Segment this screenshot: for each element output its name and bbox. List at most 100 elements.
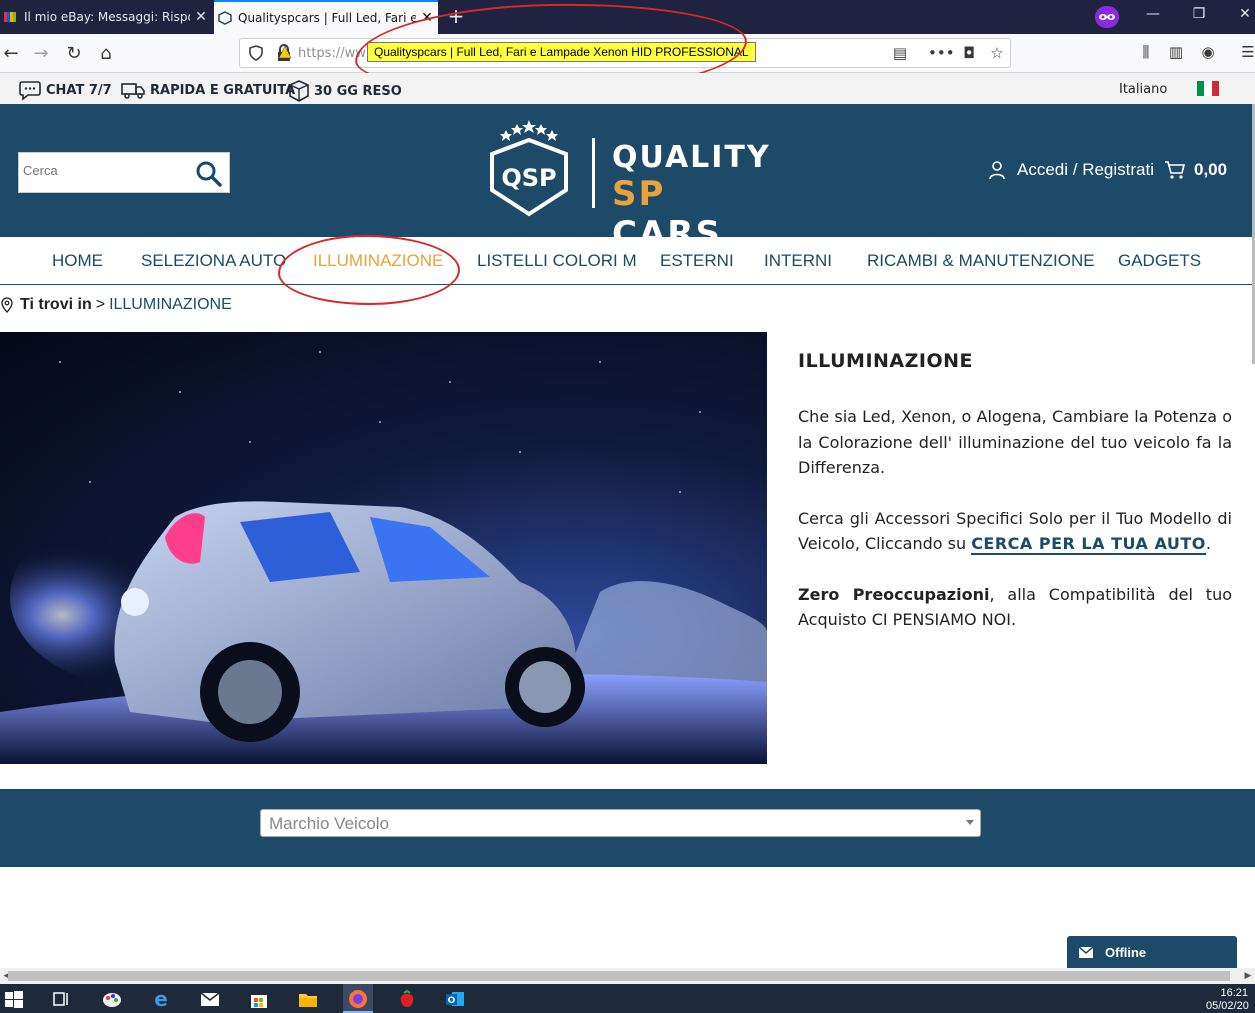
edge-browser-icon[interactable]: e	[150, 988, 172, 1010]
paint-app-icon[interactable]	[101, 988, 123, 1010]
tab-ebay[interactable]: Il mio eBay: Messaggi: Rispondi ✕	[0, 0, 212, 34]
info-shipping-label: RAPIDA E GRATUITA	[150, 82, 296, 98]
p2-end: .	[1205, 534, 1211, 553]
outlook-icon[interactable]: O	[444, 988, 466, 1010]
language-selector[interactable]: Italiano	[1119, 82, 1167, 97]
description-paragraph-3: Zero Preoccupazioni, alla Compatibilità …	[798, 582, 1232, 633]
vehicle-brand-value: Marchio Veicolo	[269, 814, 390, 833]
scroll-right-icon[interactable]: ▶	[1241, 968, 1255, 984]
breadcrumb-current[interactable]: ILLUMINAZIONE	[109, 296, 232, 314]
category-description: ILLUMINAZIONE Che sia Led, Xenon, o Alog…	[798, 350, 1232, 658]
qsp-favicon-icon	[218, 11, 232, 25]
breadcrumb-label: Ti trovi in	[20, 296, 92, 313]
home-icon[interactable]: ⌂	[93, 41, 119, 67]
bookmark-star-icon[interactable]: ☆	[985, 44, 1009, 64]
logo-quality: QUALITY	[612, 140, 771, 175]
logo-mark-text: QSP	[501, 164, 556, 192]
svg-text:e: e	[154, 988, 168, 1010]
close-tab-icon[interactable]: ✕	[190, 9, 212, 25]
horizontal-scrollbar[interactable]: ◀ ▶	[0, 968, 1255, 984]
vehicle-brand-select[interactable]: Marchio Veicolo	[260, 809, 981, 837]
info-returns[interactable]: 30 GG RESO	[288, 79, 402, 103]
car-night-illustration	[0, 351, 767, 764]
cart-icon[interactable]	[1164, 160, 1186, 180]
pocket-icon[interactable]: ◘	[957, 44, 981, 64]
ebay-favicon-icon	[4, 12, 16, 22]
box-icon	[289, 80, 309, 102]
tab-title: Qualityspcars | Full Led, Fari e L	[238, 11, 416, 25]
close-window-icon[interactable]: ✕	[1230, 6, 1255, 22]
chat-icon	[19, 81, 41, 101]
delivery-truck-icon	[121, 83, 145, 99]
store-app-icon[interactable]	[248, 988, 270, 1010]
menu-icon[interactable]: ☰	[1236, 43, 1255, 65]
envelope-icon	[1079, 946, 1093, 958]
search-your-car-link[interactable]: CERCA PER LA TUA AUTO	[971, 534, 1206, 555]
restore-icon[interactable]: ❐	[1184, 6, 1214, 22]
clock-date: 05/02/20	[1206, 1000, 1249, 1012]
nav-item-ricambi-manutenzione[interactable]: RICAMBI & MANUTENZIONE	[867, 251, 1095, 271]
cart-total[interactable]: 0,00	[1194, 160, 1227, 180]
forward-icon[interactable]: →	[28, 41, 54, 67]
breadcrumb-separator: >	[95, 296, 106, 313]
back-icon[interactable]: ←	[0, 41, 24, 67]
windows-taskbar: e O 16:21 05/02/20	[0, 984, 1255, 1013]
info-returns-label: 30 GG RESO	[314, 83, 402, 99]
windows-start-icon[interactable]	[3, 988, 25, 1010]
search-icon[interactable]	[195, 160, 223, 188]
chat-widget[interactable]: Offline	[1067, 936, 1237, 968]
logo-sp: SP	[612, 174, 666, 214]
minimize-icon[interactable]: —	[1138, 6, 1168, 22]
nav-item-interni[interactable]: INTERNI	[764, 251, 832, 271]
category-title: ILLUMINAZIONE	[798, 350, 973, 372]
p3-bold: Zero Preoccupazioni	[798, 584, 990, 604]
nav-item-listelli-colori-m[interactable]: LISTELLI COLORI M	[477, 251, 637, 271]
scrollbar-thumb[interactable]	[8, 971, 1230, 981]
file-explorer-icon[interactable]	[297, 988, 319, 1010]
search-box	[18, 152, 230, 193]
category-hero-image	[0, 332, 767, 764]
account-icon[interactable]: ◉	[1196, 43, 1220, 65]
location-pin-icon	[1, 297, 13, 313]
info-chat-label: CHAT 7/7	[46, 82, 112, 98]
login-register-link[interactable]: Accedi / Registrati	[1017, 160, 1154, 180]
nav-item-seleziona-auto[interactable]: SELEZIONA AUTO	[141, 251, 286, 271]
sidebar-icon[interactable]: ▥	[1164, 43, 1188, 65]
page-actions-icon[interactable]: •••	[928, 44, 955, 64]
main-navigation: HOME SELEZIONA AUTO ILLUMINAZIONE LISTEL…	[0, 237, 1255, 285]
logo-separator	[592, 138, 595, 208]
strawberry-app-icon[interactable]	[396, 988, 418, 1010]
firefox-icon[interactable]	[347, 988, 369, 1010]
info-chat[interactable]: CHAT 7/7	[18, 79, 112, 101]
nav-item-gadgets[interactable]: GADGETS	[1118, 251, 1201, 271]
insecure-lock-icon[interactable]	[276, 44, 292, 62]
account-area: Accedi / Registrati 0,00	[987, 160, 1227, 180]
clock-time: 16:21	[1220, 987, 1248, 999]
description-paragraph-1: Che sia Led, Xenon, o Alogena, Cambiare …	[798, 407, 1232, 477]
annotation-circle-nav	[278, 235, 460, 305]
info-strip: CHAT 7/7 RAPIDA E GRATUITA 30 GG RESO It…	[0, 73, 1255, 104]
taskbar-clock[interactable]: 16:21 05/02/20	[1206, 987, 1249, 1013]
qsp-shield-logo: QSP	[490, 120, 568, 217]
user-icon[interactable]	[987, 160, 1007, 180]
task-view-icon[interactable]	[50, 988, 72, 1010]
nav-item-esterni[interactable]: ESTERNI	[660, 251, 734, 271]
nav-item-home[interactable]: HOME	[52, 251, 103, 271]
description-paragraph-2: Cerca gli Accessori Specifici Solo per i…	[798, 506, 1232, 557]
tab-title: Il mio eBay: Messaggi: Rispondi	[24, 10, 190, 24]
vehicle-filter-band: Marchio Veicolo	[0, 789, 1255, 867]
reader-view-icon[interactable]: ▤	[888, 44, 912, 64]
private-browsing-icon	[1095, 6, 1119, 28]
italian-flag-icon[interactable]	[1197, 81, 1219, 96]
info-shipping[interactable]: RAPIDA E GRATUITA	[120, 79, 295, 101]
site-logo[interactable]: QSP QUALITY SP CARS	[484, 118, 769, 254]
reload-icon[interactable]: ↻	[61, 41, 87, 67]
breadcrumb: Ti trovi in > ILLUMINAZIONE	[0, 296, 232, 314]
chat-status: Offline	[1105, 944, 1147, 960]
tracking-shield-icon[interactable]	[248, 45, 264, 61]
mail-app-icon[interactable]	[199, 988, 221, 1010]
search-input[interactable]	[23, 163, 183, 178]
library-icon[interactable]: ⫼	[1134, 43, 1158, 65]
svg-text:O: O	[448, 996, 456, 1006]
site-header: QSP QUALITY SP CARS Accedi / Registrati …	[0, 104, 1255, 254]
